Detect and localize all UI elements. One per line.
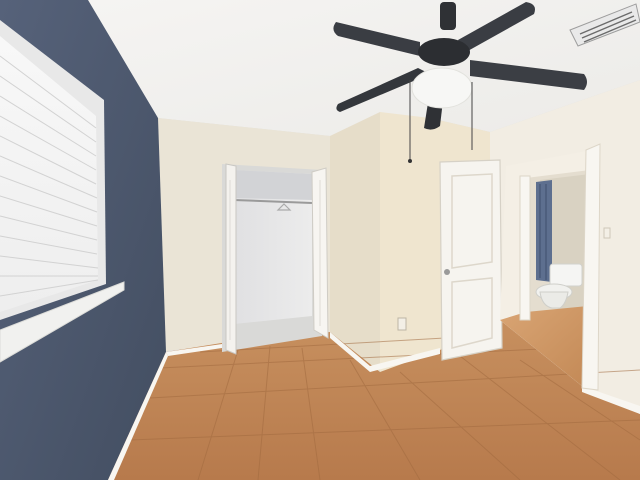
- light-switch: [603, 227, 611, 239]
- center-wall: [330, 112, 380, 372]
- outlet: [397, 317, 407, 331]
- room-illustration: [0, 0, 640, 480]
- room-photo: [0, 0, 640, 480]
- open-closet: [222, 163, 329, 355]
- fan-motor: [418, 38, 470, 66]
- fan-light-icon: [411, 67, 473, 109]
- fan-downrod: [440, 2, 456, 30]
- door-knob-icon: [444, 269, 450, 275]
- open-door: [439, 159, 503, 361]
- closet-bifold-door-left: [225, 163, 237, 355]
